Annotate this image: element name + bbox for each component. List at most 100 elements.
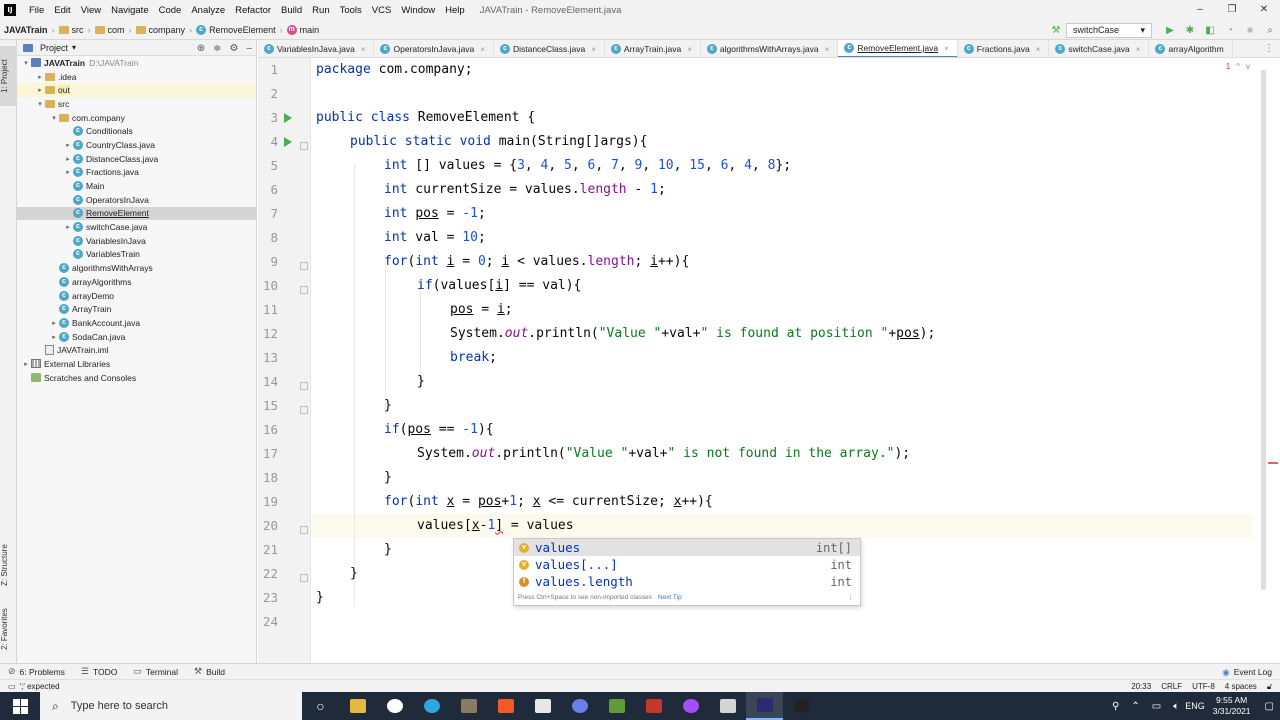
fold-marker-icon[interactable] bbox=[300, 286, 308, 294]
tree-item[interactable]: ▸ c DistanceClass.java bbox=[17, 152, 256, 166]
tab-switchcase[interactable]: c switchCase.java × bbox=[1049, 40, 1150, 57]
taskbar-app-gimp[interactable] bbox=[450, 692, 487, 720]
start-button[interactable] bbox=[0, 692, 40, 720]
chevron-right-icon[interactable]: ▸ bbox=[35, 73, 45, 81]
tab-operatorsinjava[interactable]: c OperatorsInJava.java × bbox=[374, 40, 494, 57]
previous-highlight-icon[interactable]: ^ bbox=[1236, 62, 1240, 71]
clock[interactable]: 9:55 AM 3/31/2021 bbox=[1213, 695, 1251, 717]
project-tool-tab[interactable]: 1: Project bbox=[0, 46, 17, 106]
completion-item[interactable]: f values.length int bbox=[514, 573, 860, 590]
next-highlight-icon[interactable]: v bbox=[1246, 62, 1250, 71]
tree-item[interactable]: c arrayAlgorithms bbox=[17, 275, 256, 289]
inspection-widget[interactable]: 1 ^ v bbox=[1226, 62, 1250, 71]
taskbar-app-discord[interactable] bbox=[561, 692, 598, 720]
volume-icon[interactable]: 🔈︎ bbox=[1173, 701, 1179, 712]
tree-item[interactable]: c VariablesTrain bbox=[17, 248, 256, 262]
build-tool-button[interactable]: ⚒ Build bbox=[186, 664, 233, 680]
close-icon[interactable]: × bbox=[1036, 45, 1041, 54]
tree-item[interactable]: c algorithmsWithArrays bbox=[17, 261, 256, 275]
fold-marker-icon[interactable] bbox=[300, 406, 308, 414]
tab-distanceclass[interactable]: c DistanceClass.java × bbox=[494, 40, 605, 57]
tab-list-icon[interactable]: ⋮ bbox=[1264, 40, 1274, 57]
tree-item[interactable]: JAVATrain.iml bbox=[17, 343, 256, 357]
tree-item[interactable]: c Conditionals bbox=[17, 124, 256, 138]
taskbar-app-messenger[interactable] bbox=[672, 692, 709, 720]
fold-marker-icon[interactable] bbox=[300, 382, 308, 390]
locate-icon[interactable]: ⊕ bbox=[197, 43, 205, 54]
menu-analyze[interactable]: Analyze bbox=[186, 5, 230, 16]
error-stripe-mark[interactable] bbox=[1268, 462, 1278, 464]
taskbar-app-edge[interactable] bbox=[413, 692, 450, 720]
tree-item[interactable]: c arrayDemo bbox=[17, 289, 256, 303]
close-icon[interactable]: × bbox=[687, 45, 692, 54]
profile-icon[interactable]: ◔ bbox=[1220, 25, 1240, 36]
breadcrumb-company[interactable]: company bbox=[132, 20, 190, 40]
chevron-up-icon[interactable]: ⌃ bbox=[1131, 701, 1139, 712]
breadcrumb-class[interactable]: c RemoveElement bbox=[192, 20, 280, 40]
tree-item[interactable]: ▸ c BankAccount.java bbox=[17, 316, 256, 330]
breadcrumb-method[interactable]: m main bbox=[283, 20, 324, 40]
breadcrumb-src[interactable]: src bbox=[55, 20, 88, 40]
tree-item[interactable]: ▸ out bbox=[17, 83, 256, 98]
tree-item[interactable]: ▾ JAVATrain D:\JAVATrain bbox=[17, 56, 256, 70]
tree-item[interactable]: ▸ c Fractions.java bbox=[17, 166, 256, 180]
tab-fractions[interactable]: c Fractions.java × bbox=[958, 40, 1050, 57]
chevron-down-icon[interactable]: ▾ bbox=[35, 100, 45, 108]
menu-tools[interactable]: Tools bbox=[335, 5, 367, 16]
tree-item[interactable]: ▾ src bbox=[17, 97, 256, 111]
taskbar-app-settings[interactable] bbox=[376, 692, 413, 720]
menu-code[interactable]: Code bbox=[154, 5, 187, 16]
coverage-icon[interactable]: ◧ bbox=[1200, 25, 1220, 36]
menu-edit[interactable]: Edit bbox=[49, 5, 75, 16]
menu-run[interactable]: Run bbox=[307, 5, 334, 16]
chevron-right-icon[interactable]: ▸ bbox=[63, 155, 73, 163]
menu-navigate[interactable]: Navigate bbox=[106, 5, 154, 16]
tree-item[interactable]: ▸ External Libraries bbox=[17, 357, 256, 371]
run-class-gutter-icon[interactable] bbox=[284, 113, 292, 123]
taskbar-app-minecraft[interactable] bbox=[598, 692, 635, 720]
close-icon[interactable]: × bbox=[591, 45, 596, 54]
close-icon[interactable]: × bbox=[825, 45, 830, 54]
chevron-right-icon[interactable]: ▸ bbox=[49, 319, 59, 327]
chevron-right-icon[interactable]: ▸ bbox=[21, 360, 31, 368]
close-icon[interactable]: × bbox=[480, 45, 485, 54]
taskbar-app-intellij[interactable] bbox=[746, 692, 783, 720]
terminal-tool-button[interactable]: ▭ Terminal bbox=[125, 664, 186, 680]
taskbar-app-obs[interactable] bbox=[783, 692, 820, 720]
network-icon[interactable]: ▭ bbox=[1152, 701, 1161, 712]
taskbar-app-file-explorer[interactable] bbox=[339, 692, 376, 720]
fold-marker-icon[interactable] bbox=[300, 142, 308, 150]
structure-tool-tab[interactable]: Z: Structure bbox=[0, 535, 17, 595]
menu-view[interactable]: View bbox=[76, 5, 106, 16]
gear-icon[interactable]: ⚙ bbox=[229, 43, 238, 54]
close-window-button[interactable]: ✕ bbox=[1248, 0, 1280, 20]
taskbar-search-box[interactable]: ⌕ Type here to search bbox=[40, 692, 302, 720]
collapse-all-icon[interactable]: ≑ bbox=[213, 43, 221, 54]
event-log-button[interactable]: ◉ Event Log bbox=[1222, 664, 1272, 680]
run-icon[interactable]: ▶ bbox=[1160, 25, 1180, 36]
menu-help[interactable]: Help bbox=[440, 5, 470, 16]
tree-item[interactable]: ▸ .idea bbox=[17, 70, 256, 84]
more-options-icon[interactable]: ⋮ bbox=[848, 593, 855, 601]
notifications-icon[interactable]: ▢ bbox=[1265, 701, 1274, 712]
taskbar-app-scanner[interactable] bbox=[709, 692, 746, 720]
chevron-right-icon[interactable]: ▸ bbox=[63, 168, 73, 176]
maximize-button[interactable]: ❐ bbox=[1216, 0, 1248, 20]
editor-scrollbar[interactable] bbox=[1261, 70, 1266, 590]
chevron-right-icon[interactable]: ▸ bbox=[63, 141, 73, 149]
run-main-gutter-icon[interactable] bbox=[284, 137, 292, 147]
search-everywhere-icon[interactable]: ⌕ bbox=[1260, 25, 1280, 36]
tree-item[interactable]: c ArrayTrain bbox=[17, 302, 256, 316]
close-icon[interactable]: × bbox=[944, 44, 949, 53]
menu-refactor[interactable]: Refactor bbox=[230, 5, 276, 16]
tab-arrayalgorithm[interactable]: c arrayAlgorithm bbox=[1149, 40, 1233, 57]
completion-item[interactable]: v values[...] int bbox=[514, 556, 860, 573]
tree-item[interactable]: ▾ com.company bbox=[17, 111, 256, 125]
breadcrumb-com[interactable]: com bbox=[91, 20, 129, 40]
fold-marker-icon[interactable] bbox=[300, 262, 308, 270]
close-icon[interactable]: × bbox=[1136, 45, 1141, 54]
tree-item[interactable]: c VariablesInJava bbox=[17, 234, 256, 248]
stop-icon[interactable]: ■ bbox=[1240, 25, 1260, 36]
minimize-button[interactable]: – bbox=[1184, 0, 1216, 20]
hammer-build-icon[interactable]: ⚒ bbox=[1046, 25, 1066, 36]
